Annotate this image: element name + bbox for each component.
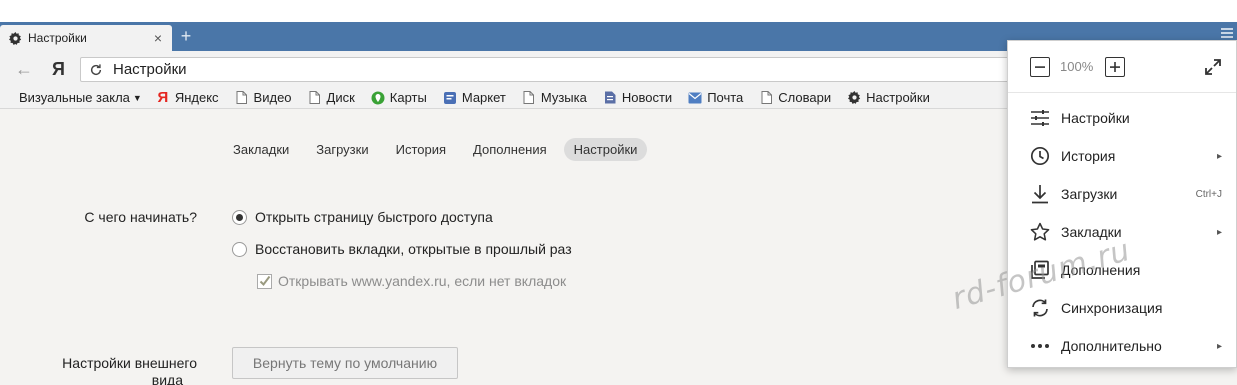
bookmark-mail[interactable]: Почта bbox=[688, 90, 743, 105]
nav-tab-settings[interactable]: Настройки bbox=[563, 138, 648, 161]
star-icon bbox=[1029, 221, 1051, 243]
tab-settings[interactable]: Настройки × bbox=[0, 25, 172, 51]
nav-tab-downloads[interactable]: Загрузки bbox=[306, 138, 378, 161]
menu-item-label: Дополнения bbox=[1061, 262, 1141, 278]
menu-item-settings[interactable]: Настройки bbox=[1008, 99, 1236, 137]
plus-icon bbox=[1110, 62, 1120, 72]
hamburger-menu-icon[interactable] bbox=[1221, 28, 1233, 38]
bookmark-label: Визуальные закла bbox=[19, 90, 130, 105]
appearance-label-line: вида bbox=[151, 372, 183, 385]
nav-tab-history[interactable]: История bbox=[386, 138, 456, 161]
option-open-speed-dial[interactable]: Открыть страницу быстрого доступа bbox=[232, 209, 493, 225]
minus-icon bbox=[1035, 66, 1045, 68]
start-section-label: С чего начинать? bbox=[84, 209, 197, 225]
dropdown-arrow-icon: ▼ bbox=[132, 92, 142, 103]
bookmark-market[interactable]: Маркет bbox=[443, 90, 506, 105]
page-icon bbox=[759, 91, 773, 105]
settings-sliders-icon bbox=[1029, 107, 1051, 129]
gear-icon bbox=[847, 91, 861, 105]
menu-item-label: История bbox=[1061, 148, 1116, 164]
address-text: Настройки bbox=[113, 61, 187, 78]
zoom-level: 100% bbox=[1060, 59, 1094, 74]
option-label: Открыть страницу быстрого доступа bbox=[255, 209, 493, 225]
bookmark-label: Маркет bbox=[461, 90, 506, 105]
menu-item-sync[interactable]: Синхронизация bbox=[1008, 289, 1236, 327]
news-icon bbox=[603, 91, 617, 105]
bookmark-dictionaries[interactable]: Словари bbox=[759, 90, 831, 105]
clock-icon bbox=[1029, 145, 1051, 167]
bookmark-label: Диск bbox=[326, 90, 355, 105]
settings-nav: Закладки Загрузки История Дополнения Нас… bbox=[223, 138, 654, 161]
bookmark-visual-tabs[interactable]: Визуальные закла ▼ bbox=[19, 90, 142, 105]
menu-item-label: Закладки bbox=[1061, 224, 1122, 240]
download-icon bbox=[1029, 183, 1051, 205]
menu-item-bookmarks[interactable]: Закладки ▸ bbox=[1008, 213, 1236, 251]
bookmark-label: Почта bbox=[707, 90, 744, 105]
checkbox bbox=[257, 273, 272, 289]
market-icon bbox=[443, 91, 457, 105]
bookmark-label: Яндекс bbox=[174, 90, 219, 105]
gear-icon bbox=[8, 31, 22, 45]
checkmark-icon bbox=[259, 275, 270, 287]
nav-tab-addons[interactable]: Дополнения bbox=[463, 138, 557, 161]
maps-icon bbox=[371, 91, 385, 105]
back-button[interactable]: ← bbox=[15, 59, 35, 79]
option-label: Восстановить вкладки, открытые в прошлый… bbox=[255, 241, 572, 257]
appearance-section-label: Настройки внешнего вида bbox=[17, 355, 197, 385]
bookmark-settings[interactable]: Настройки bbox=[847, 90, 930, 105]
submenu-arrow-icon: ▸ bbox=[1216, 150, 1222, 162]
bookmark-news[interactable]: Новости bbox=[603, 90, 672, 105]
option-label: Открывать www.yandex.ru, если нет вкладо… bbox=[278, 273, 567, 289]
mail-icon bbox=[688, 91, 702, 105]
fullscreen-icon[interactable] bbox=[1203, 57, 1223, 77]
browser-menu: 100% Настройки История ▸ Загрузки Ctrl+J… bbox=[1007, 40, 1237, 368]
page-icon bbox=[308, 91, 322, 105]
addons-icon bbox=[1029, 259, 1051, 281]
bookmark-music[interactable]: Музыка bbox=[522, 90, 587, 105]
zoom-out-button[interactable] bbox=[1030, 57, 1050, 77]
radio-button[interactable] bbox=[232, 209, 247, 225]
radio-button[interactable] bbox=[232, 241, 247, 257]
page-icon bbox=[235, 91, 249, 105]
yandex-icon: Я bbox=[157, 89, 169, 106]
menu-item-label: Дополнительно bbox=[1061, 338, 1162, 354]
menu-item-history[interactable]: История ▸ bbox=[1008, 137, 1236, 175]
new-tab-button[interactable]: + bbox=[176, 27, 196, 47]
yandex-logo[interactable]: Я bbox=[52, 58, 66, 80]
nav-tab-bookmarks[interactable]: Закладки bbox=[223, 138, 299, 161]
more-dots-icon bbox=[1029, 335, 1051, 357]
bookmark-label: Карты bbox=[389, 90, 427, 105]
bookmark-label: Настройки bbox=[866, 90, 930, 105]
page-icon bbox=[522, 91, 536, 105]
bookmark-label: Новости bbox=[621, 90, 673, 105]
menu-item-downloads[interactable]: Загрузки Ctrl+J bbox=[1008, 175, 1236, 213]
zoom-row: 100% bbox=[1008, 41, 1236, 93]
bookmark-label: Музыка bbox=[540, 90, 587, 105]
option-restore-tabs[interactable]: Восстановить вкладки, открытые в прошлый… bbox=[232, 241, 572, 257]
appearance-label-line: Настройки внешнего bbox=[62, 355, 197, 371]
bookmark-label: Видео bbox=[253, 90, 292, 105]
reset-theme-button[interactable]: Вернуть тему по умолчанию bbox=[232, 347, 458, 379]
reload-icon[interactable] bbox=[89, 63, 103, 77]
sync-icon bbox=[1029, 297, 1051, 319]
menu-item-label: Настройки bbox=[1061, 110, 1130, 126]
submenu-arrow-icon: ▸ bbox=[1216, 340, 1222, 352]
option-open-yandex: Открывать www.yandex.ru, если нет вкладо… bbox=[257, 273, 566, 289]
zoom-in-button[interactable] bbox=[1105, 57, 1125, 77]
submenu-arrow-icon: ▸ bbox=[1216, 226, 1222, 238]
menu-item-addons[interactable]: Дополнения bbox=[1008, 251, 1236, 289]
address-bar[interactable]: Настройки bbox=[80, 57, 1020, 82]
bookmark-label: Словари bbox=[778, 90, 832, 105]
menu-item-label: Загрузки bbox=[1061, 186, 1118, 202]
bookmark-yandex[interactable]: Я Яндекс bbox=[156, 89, 219, 106]
menu-item-more[interactable]: Дополнительно ▸ bbox=[1008, 327, 1236, 365]
bookmark-maps[interactable]: Карты bbox=[371, 90, 427, 105]
shortcut-label: Ctrl+J bbox=[1195, 188, 1222, 200]
tab-title: Настройки bbox=[28, 31, 87, 45]
bookmark-video[interactable]: Видео bbox=[235, 90, 292, 105]
close-tab-icon[interactable]: × bbox=[152, 30, 164, 46]
menu-item-label: Синхронизация bbox=[1061, 300, 1163, 316]
bookmark-disk[interactable]: Диск bbox=[308, 90, 355, 105]
